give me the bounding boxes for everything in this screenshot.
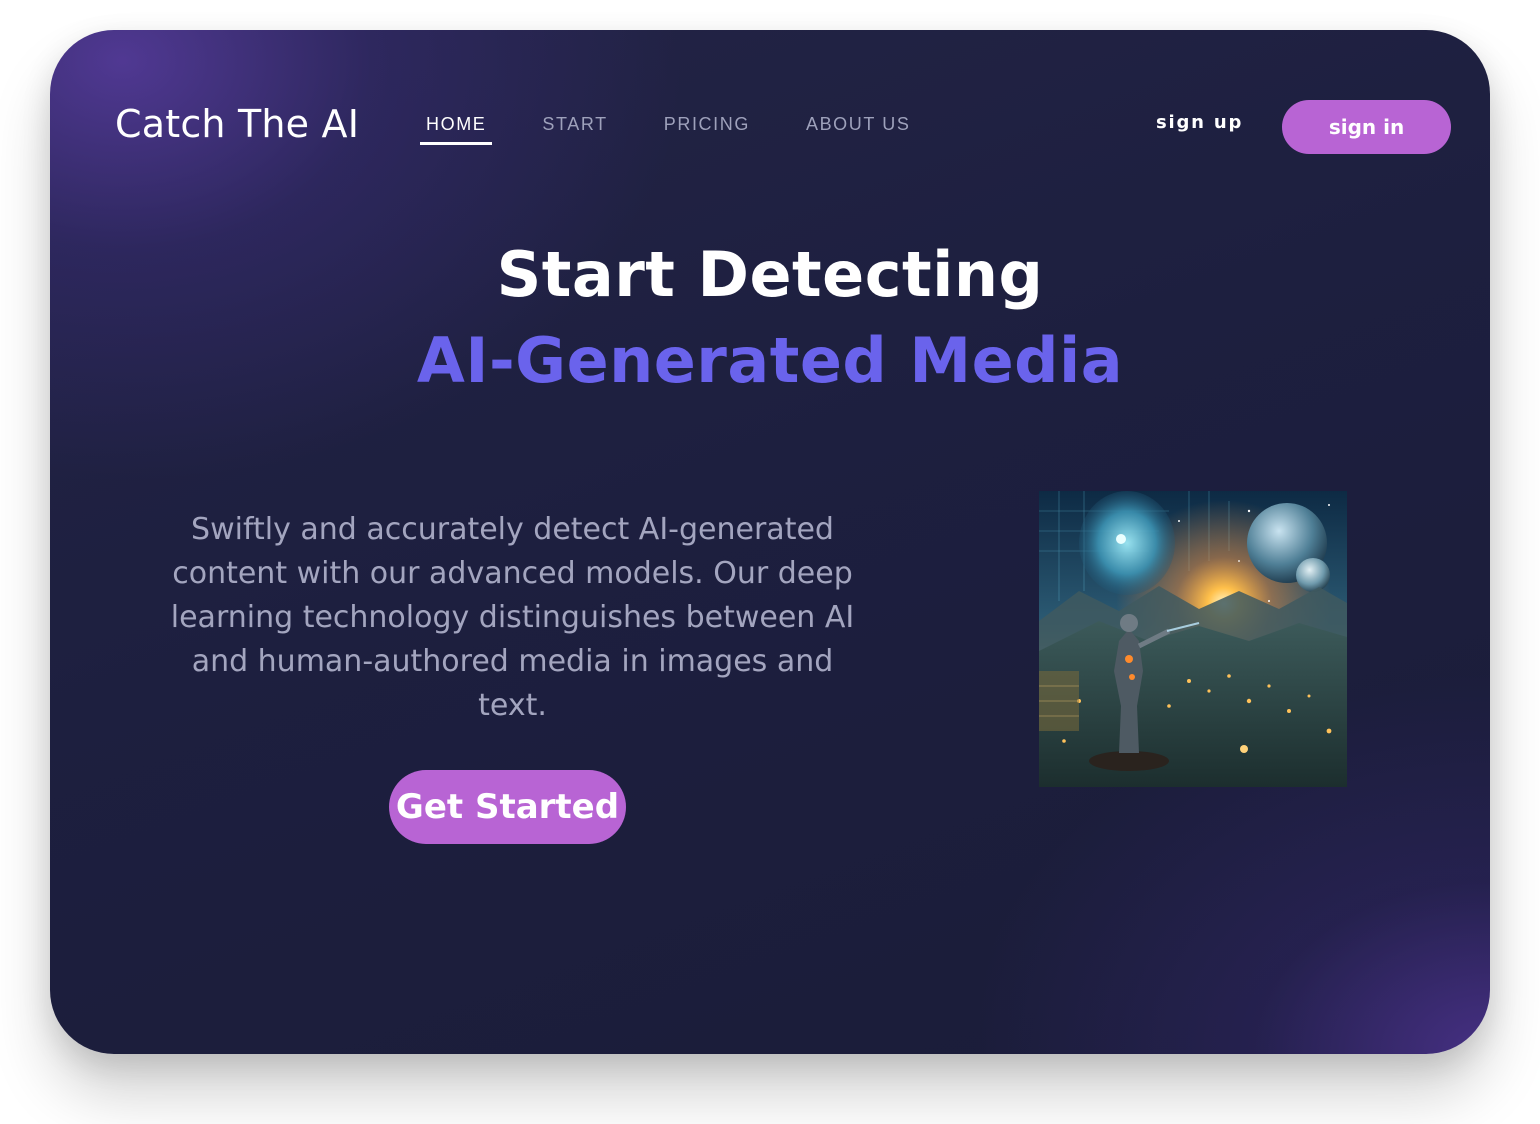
main-nav: HOME START PRICING ABOUT US (420, 110, 960, 145)
hero-image (1039, 491, 1347, 787)
nav-item-home[interactable]: HOME (420, 110, 493, 145)
nav-item-start[interactable]: START (536, 110, 613, 145)
site-logo[interactable]: Catch The AI (115, 102, 359, 146)
get-started-button[interactable]: Get Started (389, 770, 626, 844)
sign-up-link[interactable]: sign up (1156, 112, 1243, 133)
nav-item-about-us[interactable]: ABOUT US (800, 110, 917, 145)
landing-page-window: Catch The AI HOME START PRICING ABOUT US… (50, 30, 1490, 1054)
nav-item-pricing[interactable]: PRICING (658, 110, 756, 145)
hero-description: Swiftly and accurately detect AI-generat… (170, 512, 855, 723)
hero-title-line2: AI-Generated Media (416, 324, 1124, 397)
ai-robot-landscape-illustration-icon (1039, 491, 1347, 787)
hero-title-line1: Start Detecting (496, 238, 1044, 311)
sign-in-button[interactable]: sign in (1282, 100, 1451, 154)
